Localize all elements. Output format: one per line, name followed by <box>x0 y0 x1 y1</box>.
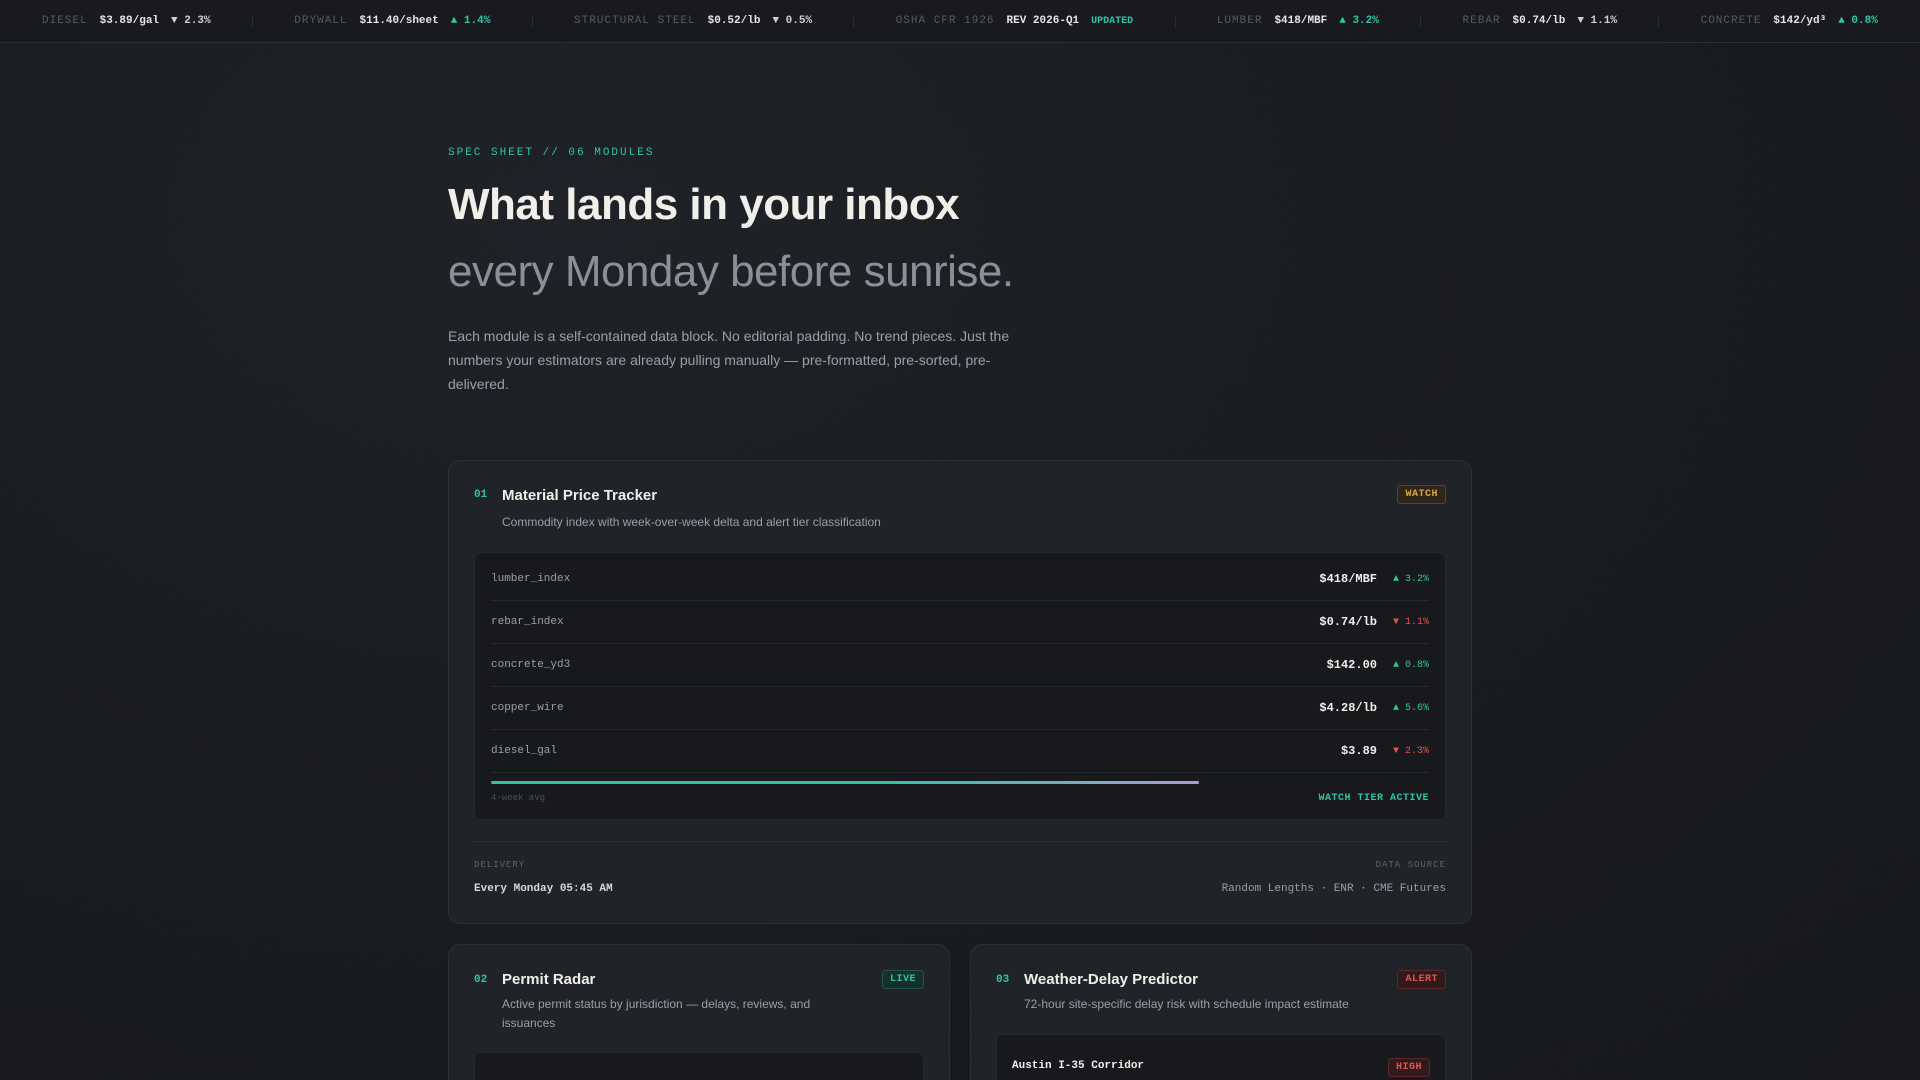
commodity-key: copper_wire <box>491 702 564 714</box>
ticker-item: STRUCTURAL STEEL $0.52/lb ▼ 0.5% <box>574 15 812 27</box>
watch-tier-status: WATCH TIER ACTIVE <box>1318 793 1429 804</box>
lede-text: Each module is a self-contained data blo… <box>448 328 1010 392</box>
ticker-label: LUMBER <box>1216 15 1263 27</box>
ticker-item: LUMBER $418/MBF ▲ 3.2% <box>1217 15 1379 27</box>
ticker-value: $3.89/gal <box>99 15 160 27</box>
module-permit-radar: 02 Permit Radar Active permit status by … <box>448 944 950 1080</box>
ticker-delta: ▼ 0.5% <box>772 15 813 27</box>
table-row: copper_wire $4.28/lb ▲ 5.6% <box>491 687 1429 730</box>
ticker-separator <box>1174 15 1176 27</box>
commodity-value: $142.00 <box>1326 658 1377 672</box>
ticker-label: CONCRETE <box>1700 15 1762 27</box>
module-description: Commodity index with week-over-week delt… <box>502 515 881 529</box>
module-title: Permit Radar <box>502 971 596 988</box>
delivery-value: Every Monday 05:45 AM <box>474 883 613 895</box>
commodity-delta: ▲ 3.2% <box>1392 573 1429 585</box>
commodity-delta: ▲ 0.8% <box>1392 659 1429 671</box>
ticker-value: $0.74/lb <box>1512 15 1566 27</box>
watch-badge: WATCH <box>1397 485 1446 504</box>
bar-label: 4-week avg <box>491 793 546 803</box>
divider <box>474 841 1446 842</box>
ticker-label: DRYWALL <box>294 15 348 27</box>
module-title: Material Price Tracker <box>502 487 658 504</box>
module-number: 01 <box>474 489 488 501</box>
ticker-separator <box>251 15 253 27</box>
module-material-price-tracker: 01 Material Price Tracker Commodity inde… <box>448 460 1472 924</box>
data-source-value: Random Lengths · ENR · CME Futures <box>1221 883 1446 895</box>
page-subtitle: every Monday before sunrise. <box>448 247 1014 296</box>
commodity-value: $3.89 <box>1340 744 1377 758</box>
ticker-label: REBAR <box>1462 15 1501 27</box>
commodity-value: $4.28/lb <box>1319 701 1377 715</box>
commodity-key: lumber_index <box>491 573 571 585</box>
ticker-label: DIESEL <box>42 15 88 27</box>
ticker-label: STRUCTURAL STEEL <box>574 15 696 27</box>
commodity-value: $418/MBF <box>1319 572 1377 586</box>
module-title: Weather-Delay Predictor <box>1024 971 1198 988</box>
commodity-value: $0.74/lb <box>1319 615 1377 629</box>
module-number: 03 <box>996 974 1010 986</box>
ticker-item: CONCRETE $142/yd³ ▲ 0.8% <box>1701 15 1878 27</box>
commodity-delta: ▼ 2.3% <box>1392 745 1429 757</box>
module-description: Active permit status by jurisdiction — d… <box>502 997 811 1030</box>
ticker-delta: ▲ 1.4% <box>450 15 491 27</box>
commodity-key: diesel_gal <box>491 745 558 757</box>
ticker-delta: ▼ 2.3% <box>171 15 211 27</box>
weather-panel: Austin I-35 Corridor HIGH <box>996 1034 1446 1080</box>
ticker-separator <box>853 15 855 27</box>
ticker-item: OSHA CFR 1926 REV 2026-Q1 UPDATED <box>896 15 1133 27</box>
ticker-item: REBAR $0.74/lb ▼ 1.1% <box>1463 15 1617 27</box>
ticker-item: DIESEL $3.89/gal ▼ 2.3% <box>42 15 211 27</box>
price-table: lumber_index $418/MBF ▲ 3.2% rebar_index $0.… <box>474 552 1446 820</box>
table-row: lumber_index $418/MBF ▲ 3.2% <box>491 558 1429 601</box>
commodity-delta: ▼ 1.1% <box>1392 616 1429 628</box>
ticker-delta: UPDATED <box>1091 15 1134 27</box>
permit-table <box>474 1052 924 1080</box>
ticker-value: $418/MBF <box>1274 15 1328 27</box>
delivery-label: DELIVERY <box>474 860 526 870</box>
ticker-value: $11.40/sheet <box>359 15 439 27</box>
ticker-value: $142/yd³ <box>1773 15 1827 27</box>
ticker-separator <box>531 15 533 27</box>
module-weather-delay-predictor: 03 Weather-Delay Predictor 72-hour site-… <box>970 944 1472 1080</box>
eyebrow: SPEC SHEET // 06 MODULES <box>448 147 655 159</box>
table-row: concrete_yd3 $142.00 ▲ 0.8% <box>491 644 1429 687</box>
commodity-delta: ▲ 5.6% <box>1392 702 1429 714</box>
table-row: rebar_index $0.74/lb ▼ 1.1% <box>491 601 1429 644</box>
page-title: What lands in your inbox <box>448 180 960 229</box>
ticker-item: DRYWALL $11.40/sheet ▲ 1.4% <box>294 15 490 27</box>
live-badge: LIVE <box>881 970 924 989</box>
ticker-bar: DIESEL $3.89/gal ▼ 2.3% DRYWALL $11.40/sheet… <box>0 0 1920 43</box>
commodity-key: rebar_index <box>491 616 564 628</box>
four-week-avg-bar <box>491 781 1199 784</box>
ticker-value: $0.52/lb <box>707 15 761 27</box>
module-number: 02 <box>474 974 488 986</box>
alert-badge: ALERT <box>1397 970 1446 989</box>
ticker-label: OSHA CFR 1926 <box>895 15 995 27</box>
ticker-value: REV 2026-Q1 <box>1006 15 1080 27</box>
ticker-separator <box>1420 15 1422 27</box>
table-row: diesel_gal $3.89 ▼ 2.3% <box>491 730 1429 773</box>
commodity-key: concrete_yd3 <box>491 659 571 671</box>
module-description: 72-hour site-specific delay risk with sc… <box>1024 997 1349 1011</box>
ticker-delta: ▼ 1.1% <box>1577 15 1617 27</box>
ticker-delta: ▲ 3.2% <box>1339 15 1379 27</box>
risk-badge: HIGH <box>1387 1058 1430 1077</box>
ticker-delta: ▲ 0.8% <box>1838 15 1878 27</box>
data-source-label: DATA SOURCE <box>1375 860 1446 870</box>
site-name: Austin I-35 Corridor <box>1012 1060 1145 1072</box>
ticker-separator <box>1658 15 1660 27</box>
